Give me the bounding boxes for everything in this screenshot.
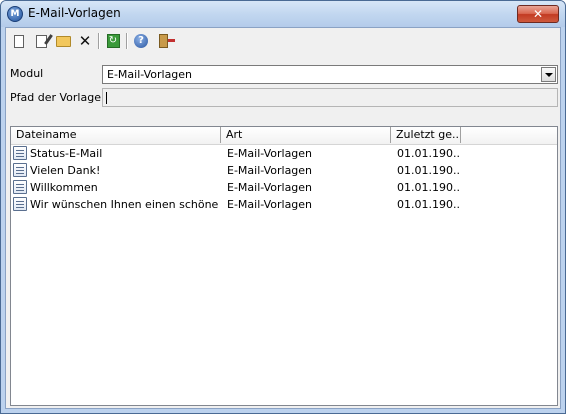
email-template-icon	[13, 163, 27, 177]
list-header: Dateiname Art Zuletzt ge...	[11, 127, 557, 145]
app-icon[interactable]: M	[7, 6, 23, 22]
pfad-label: Pfad der Vorlagen	[10, 91, 108, 104]
file-type: E-Mail-Vorlagen	[227, 198, 313, 211]
chevron-down-icon	[544, 72, 553, 77]
close-icon: ✕	[532, 7, 544, 21]
client-area: ✕ ↻ ? Modul E-Mail-Vorlagen Pfad der Vor…	[5, 27, 561, 409]
file-type: E-Mail-Vorlagen	[227, 181, 313, 194]
window: M E-Mail-Vorlagen ✕ ✕ ↻ ? Modul E-Mail-V…	[0, 0, 566, 414]
toolbar-separator	[98, 33, 100, 49]
file-name: Wir wünschen Ihnen einen schönen ...	[30, 198, 218, 211]
email-template-icon	[13, 180, 27, 194]
modul-select-value: E-Mail-Vorlagen	[107, 68, 193, 81]
window-title: E-Mail-Vorlagen	[28, 6, 121, 20]
file-name: Status-E-Mail	[30, 147, 103, 160]
delete-button[interactable]: ✕	[76, 32, 94, 50]
help-icon: ?	[134, 34, 148, 48]
modul-select[interactable]: E-Mail-Vorlagen	[102, 65, 558, 84]
pfad-input[interactable]	[102, 88, 558, 107]
new-document-icon	[14, 34, 24, 48]
exit-icon	[158, 34, 175, 48]
list-item[interactable]: Willkommen E-Mail-Vorlagen 01.01.190...	[11, 179, 557, 196]
text-caret	[106, 92, 107, 104]
file-name: Willkommen	[30, 181, 98, 194]
dropdown-button[interactable]	[541, 67, 556, 82]
file-modified: 01.01.190...	[397, 198, 459, 211]
open-button[interactable]	[54, 32, 72, 50]
file-modified: 01.01.190...	[397, 147, 459, 160]
edit-button[interactable]	[32, 32, 50, 50]
refresh-button[interactable]: ↻	[104, 32, 122, 50]
column-header-dateiname[interactable]: Dateiname	[11, 127, 221, 143]
toolbar-separator	[126, 33, 128, 49]
modul-label: Modul	[10, 67, 44, 80]
file-modified: 01.01.190...	[397, 181, 459, 194]
template-list[interactable]: Dateiname Art Zuletzt ge... Status-E-Mai…	[10, 126, 558, 406]
file-type: E-Mail-Vorlagen	[227, 164, 313, 177]
file-type: E-Mail-Vorlagen	[227, 147, 313, 160]
list-item[interactable]: Status-E-Mail E-Mail-Vorlagen 01.01.190.…	[11, 145, 557, 162]
delete-icon: ✕	[78, 32, 92, 50]
column-header-zuletzt[interactable]: Zuletzt ge...	[391, 127, 461, 143]
email-template-icon	[13, 146, 27, 160]
open-folder-icon	[55, 35, 71, 47]
email-template-icon	[13, 197, 27, 211]
help-button[interactable]: ?	[132, 32, 150, 50]
toolbar: ✕ ↻ ?	[8, 30, 208, 52]
file-name: Vielen Dank!	[30, 164, 101, 177]
column-header-art[interactable]: Art	[221, 127, 391, 143]
close-button[interactable]: ✕	[517, 5, 559, 23]
file-modified: 01.01.190...	[397, 164, 459, 177]
refresh-icon: ↻	[106, 34, 120, 48]
exit-button[interactable]	[154, 32, 175, 50]
edit-icon	[35, 34, 47, 48]
list-item[interactable]: Wir wünschen Ihnen einen schönen ... E-M…	[11, 196, 557, 213]
list-item[interactable]: Vielen Dank! E-Mail-Vorlagen 01.01.190..…	[11, 162, 557, 179]
title-bar[interactable]: M E-Mail-Vorlagen ✕	[1, 1, 565, 27]
new-button[interactable]	[10, 32, 28, 50]
